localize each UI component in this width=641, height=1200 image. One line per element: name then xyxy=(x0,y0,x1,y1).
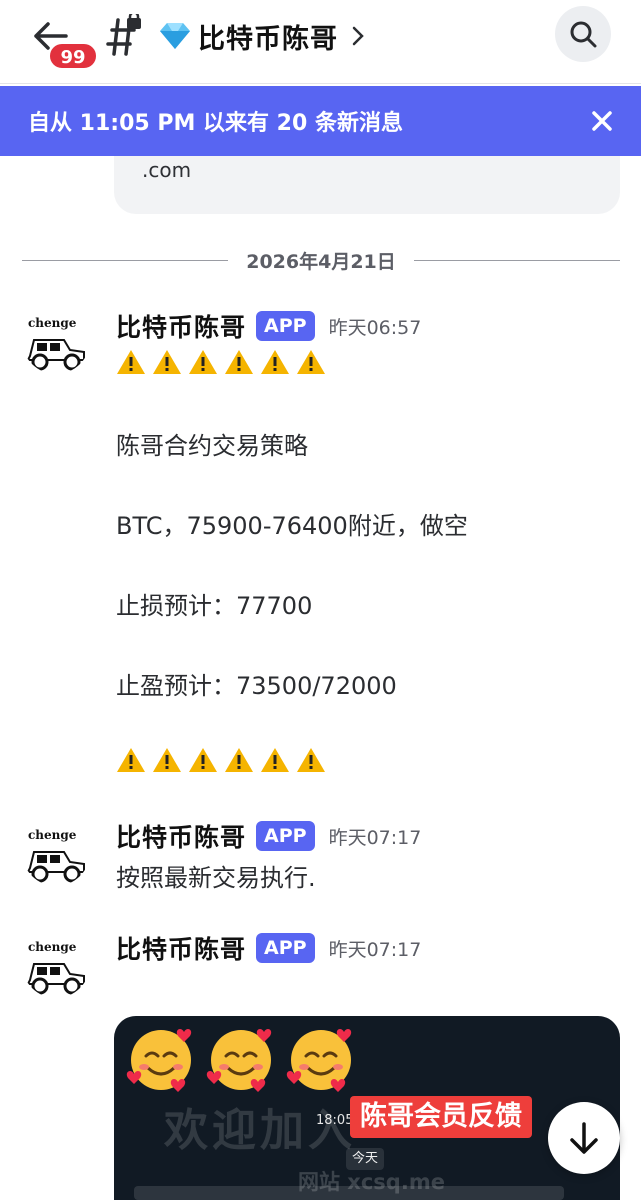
image-attachment[interactable]: 欢迎加入 18:05 陈哥会员反馈 今天 网站 xcsq.me xyxy=(114,1016,620,1200)
warning-icon xyxy=(189,748,217,772)
close-icon[interactable] xyxy=(591,110,613,132)
author-name[interactable]: 比特币陈哥 xyxy=(116,930,246,966)
app-tag: APP xyxy=(256,311,315,341)
warning-icon xyxy=(153,350,181,374)
message-header: 比特币陈哥 APP 昨天07:17 xyxy=(116,930,421,966)
avatar-label: chenge xyxy=(28,940,77,954)
channel-name: 比特币陈哥 xyxy=(198,23,338,55)
warning-icon xyxy=(297,350,325,374)
warning-icon xyxy=(225,350,253,374)
emoji-row xyxy=(124,1022,358,1094)
warning-icon xyxy=(189,350,217,374)
hashtag-lock-icon xyxy=(102,11,146,58)
warning-icon xyxy=(261,350,289,374)
message-line: 止盈预计：73500/72000 xyxy=(116,672,397,700)
smiling-face-with-hearts-icon xyxy=(206,1029,272,1092)
date-divider-text: 2026年4月21日 xyxy=(246,250,396,273)
timestamp: 昨天07:17 xyxy=(328,826,422,849)
divider-line xyxy=(22,259,229,261)
warning-icon xyxy=(261,748,289,772)
chevron-right-icon xyxy=(352,26,364,46)
warning-icon xyxy=(117,350,145,374)
avatar-label: chenge xyxy=(28,316,77,330)
car-icon xyxy=(26,851,85,883)
car-icon xyxy=(26,339,85,371)
warning-row xyxy=(116,348,326,376)
message-line: BTC，75900-76400附近，做空 xyxy=(116,512,468,540)
search-button[interactable] xyxy=(555,6,611,62)
search-icon xyxy=(570,21,597,48)
message-header: 比特币陈哥 APP 昨天07:17 xyxy=(116,818,421,854)
arrow-down-icon xyxy=(570,1122,598,1154)
message-line: 陈哥合约交易策略 xyxy=(116,432,308,460)
app-tag: APP xyxy=(256,821,315,851)
timestamp: 昨天07:17 xyxy=(328,938,422,961)
date-divider: 2026年4月21日 xyxy=(22,244,621,276)
warning-icon xyxy=(297,748,325,772)
new-messages-text: 自从 11:05 PM 以来有 20 条新消息 xyxy=(28,111,403,136)
warning-icon xyxy=(153,748,181,772)
smiling-face-with-hearts-icon xyxy=(286,1029,352,1092)
car-icon xyxy=(26,963,85,995)
author-name[interactable]: 比特币陈哥 xyxy=(116,818,246,854)
avatar[interactable]: chenge xyxy=(22,306,90,374)
divider-line xyxy=(413,259,621,261)
app-tag: APP xyxy=(256,933,315,963)
smiling-face-with-hearts-icon xyxy=(126,1029,192,1092)
new-messages-banner[interactable]: 自从 11:05 PM 以来有 20 条新消息 xyxy=(0,86,641,156)
avatar[interactable]: chenge xyxy=(22,818,90,886)
avatar-label: chenge xyxy=(28,828,77,842)
feedback-label: 陈哥会员反馈 xyxy=(350,1096,532,1138)
author-name[interactable]: 比特币陈哥 xyxy=(116,308,246,344)
previous-embed-text: .com xyxy=(142,158,192,182)
message-line: 按照最新交易执行. xyxy=(116,864,316,892)
message-line: 止损预计：77700 xyxy=(116,592,313,620)
gem-icon xyxy=(160,23,190,49)
image-text-strip xyxy=(134,1186,564,1200)
scroll-to-bottom-button[interactable] xyxy=(548,1102,620,1174)
channel-header: 99 比特币陈哥 xyxy=(0,0,641,84)
warning-icon xyxy=(117,748,145,772)
image-time: 18:05 xyxy=(316,1113,354,1128)
message-header: 比特币陈哥 APP 昨天06:57 xyxy=(116,308,421,344)
warning-row xyxy=(116,746,326,774)
unread-badge: 99 xyxy=(48,42,98,70)
channel-title-button[interactable]: 比特币陈哥 xyxy=(158,16,366,56)
warning-icon xyxy=(225,748,253,772)
avatar[interactable]: chenge xyxy=(22,930,90,998)
timestamp: 昨天06:57 xyxy=(328,316,422,339)
